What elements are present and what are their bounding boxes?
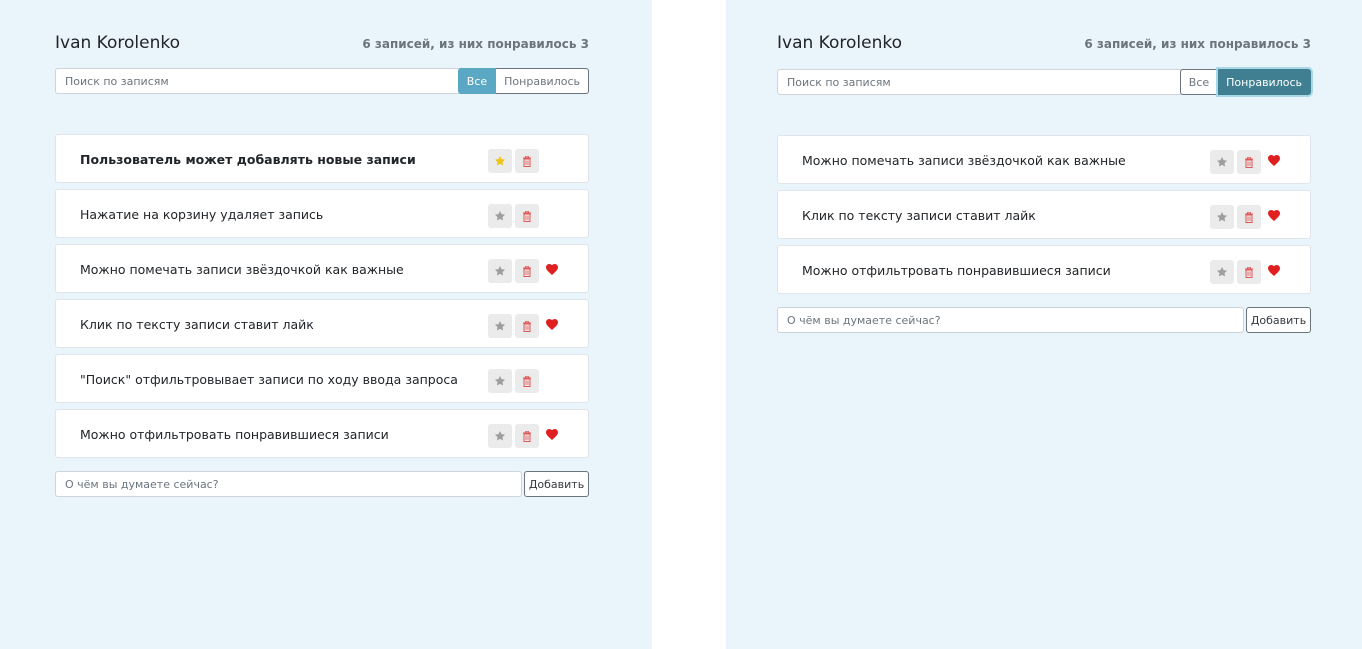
trash-icon — [523, 375, 531, 387]
post-text[interactable]: Можно отфильтровать понравившиеся записи — [80, 426, 389, 444]
add-post-button[interactable]: Добавить — [1246, 307, 1311, 333]
post-list-item: "Поиск" отфильтровывает записи по ходу в… — [55, 354, 589, 403]
delete-button[interactable] — [515, 259, 539, 283]
filter-liked-button[interactable]: Понравилось — [1218, 69, 1311, 95]
trash-icon — [523, 265, 531, 277]
heart-icon — [546, 429, 558, 440]
star-button[interactable] — [1210, 205, 1234, 229]
new-post-input[interactable] — [55, 471, 522, 497]
trash-icon — [523, 320, 531, 332]
heart-icon — [1268, 210, 1280, 221]
filter-all-button[interactable]: Все — [457, 68, 497, 94]
star-button[interactable] — [488, 369, 512, 393]
add-post-button[interactable]: Добавить — [524, 471, 589, 497]
posts-stats: 6 записей, из них понравилось 3 — [1084, 37, 1311, 51]
delete-button[interactable] — [1237, 150, 1261, 174]
trash-icon — [523, 210, 531, 222]
post-text[interactable]: Клик по тексту записи ставит лайк — [80, 316, 314, 334]
post-text[interactable]: Нажатие на корзину удаляет запись — [80, 206, 323, 224]
trash-icon — [523, 155, 531, 167]
search-panel: Все Понравилось — [55, 68, 589, 94]
trash-icon — [1245, 266, 1253, 278]
post-list-item: Нажатие на корзину удаляет запись — [55, 189, 589, 238]
trash-icon — [1245, 211, 1253, 223]
post-list-item: Можно отфильтровать понравившиеся записи — [55, 409, 589, 458]
delete-button[interactable] — [515, 369, 539, 393]
heart-icon — [1268, 265, 1280, 276]
trash-icon — [523, 430, 531, 442]
post-list-item: Клик по тексту записи ставит лайк — [55, 299, 589, 348]
delete-button[interactable] — [1237, 205, 1261, 229]
post-text[interactable]: Можно помечать записи звёздочкой как важ… — [80, 261, 404, 279]
filter-liked-button[interactable]: Понравилось — [496, 68, 589, 94]
post-list-item: Можно помечать записи звёздочкой как важ… — [55, 244, 589, 293]
post-list-item: Клик по тексту записи ставит лайк — [777, 190, 1311, 239]
heart-icon — [1268, 155, 1280, 166]
star-icon — [495, 266, 505, 276]
filter-button-group: Все Понравилось — [457, 68, 589, 94]
post-text[interactable]: Можно отфильтровать понравившиеся записи — [802, 262, 1111, 280]
star-button[interactable] — [488, 424, 512, 448]
add-post-form: Добавить — [777, 307, 1311, 333]
heart-icon — [546, 264, 558, 275]
star-icon — [495, 211, 505, 221]
app-panel-all: Ivan Korolenko 6 записей, из них понрави… — [0, 0, 652, 649]
star-icon — [495, 431, 505, 441]
star-button[interactable] — [1210, 150, 1234, 174]
post-text[interactable]: Клик по тексту записи ставит лайк — [802, 207, 1036, 225]
post-list-item: Пользователь может добавлять новые запис… — [55, 134, 589, 183]
delete-button[interactable] — [515, 204, 539, 228]
star-button[interactable] — [488, 259, 512, 283]
trash-icon — [1245, 156, 1253, 168]
star-button[interactable] — [1210, 260, 1234, 284]
star-icon — [1217, 212, 1227, 222]
user-name: Ivan Korolenko — [55, 33, 180, 53]
star-button[interactable] — [488, 314, 512, 338]
app-header: Ivan Korolenko 6 записей, из них понрави… — [777, 32, 1311, 56]
star-icon — [495, 376, 505, 386]
star-icon — [495, 156, 505, 166]
post-text[interactable]: "Поиск" отфильтровывает записи по ходу в… — [80, 371, 458, 389]
star-icon — [1217, 157, 1227, 167]
post-list-item: Можно отфильтровать понравившиеся записи — [777, 245, 1311, 294]
search-input[interactable] — [777, 69, 1191, 95]
filter-all-button[interactable]: Все — [1179, 69, 1219, 95]
user-name: Ivan Korolenko — [777, 33, 902, 53]
post-list: Можно помечать записи звёздочкой как важ… — [777, 135, 1311, 300]
post-list: Пользователь может добавлять новые запис… — [55, 134, 589, 464]
heart-icon — [546, 319, 558, 330]
add-post-form: Добавить — [55, 471, 589, 497]
delete-button[interactable] — [515, 314, 539, 338]
app-panel-liked: Ivan Korolenko 6 записей, из них понрави… — [726, 0, 1362, 649]
filter-button-group: Все Понравилось — [1179, 69, 1311, 95]
app-header: Ivan Korolenko 6 записей, из них понрави… — [55, 32, 589, 56]
post-text[interactable]: Можно помечать записи звёздочкой как важ… — [802, 152, 1126, 170]
posts-stats: 6 записей, из них понравилось 3 — [362, 37, 589, 51]
delete-button[interactable] — [515, 149, 539, 173]
star-icon — [495, 321, 505, 331]
delete-button[interactable] — [1237, 260, 1261, 284]
post-text[interactable]: Пользователь может добавлять новые запис… — [80, 151, 416, 169]
star-button[interactable] — [488, 149, 512, 173]
delete-button[interactable] — [515, 424, 539, 448]
star-button[interactable] — [488, 204, 512, 228]
star-icon — [1217, 267, 1227, 277]
search-input[interactable] — [55, 68, 469, 94]
post-list-item: Можно помечать записи звёздочкой как важ… — [777, 135, 1311, 184]
search-panel: Все Понравилось — [777, 69, 1311, 95]
new-post-input[interactable] — [777, 307, 1244, 333]
